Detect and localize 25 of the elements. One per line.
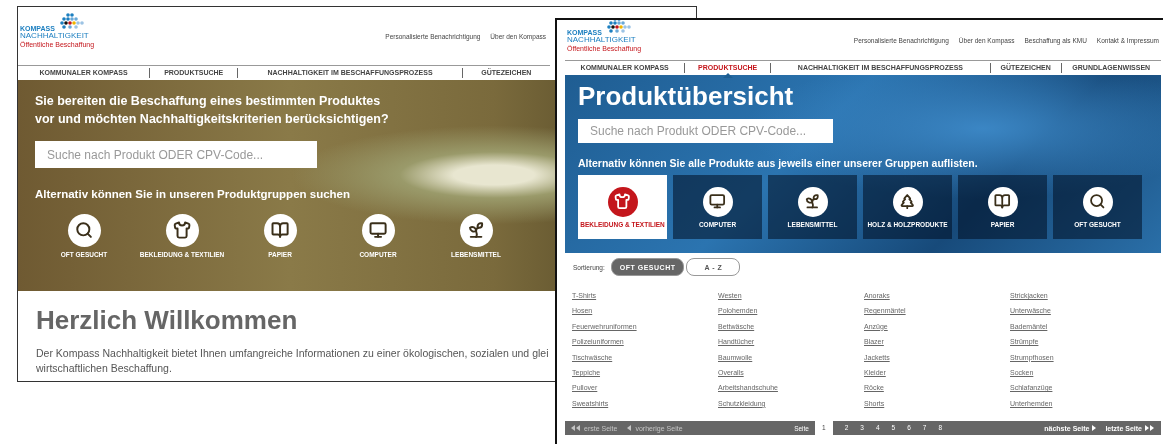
- welcome-heading: Herzlich Willkommen: [36, 305, 298, 336]
- right-arrow-icon: [1092, 425, 1098, 432]
- double-left-arrow-icon: [571, 425, 581, 432]
- welcome-text: Der Kompass Nachhaltigkeit bietet Ihnen umfangreiche Informationen zu einer ökologischen, sozialen und glei wirtschaftlichen Beschaffung.: [36, 346, 549, 376]
- double-right-arrow-icon: [1145, 425, 1155, 432]
- open-book-icon: [987, 186, 1018, 217]
- monitor-icon: [361, 214, 395, 247]
- hero-heading: Sie bereiten die Beschaffung eines bestimmten Produktes vor und möchten Nachhaltigkeitskriterien berücksichtigen?: [35, 93, 389, 128]
- logo-text: NACHHALTIGKEIT: [20, 31, 90, 40]
- sprout-icon: [459, 214, 493, 247]
- search-field[interactable]: Suche nach Produkt ODER CPV-Code...: [578, 119, 833, 143]
- page-title: Produktübersicht: [578, 81, 795, 111]
- hero-subheading: Alternativ können Sie alle Produkte aus jeweils einer unserer Gruppen auflisten.: [578, 157, 979, 169]
- left-arrow-icon: [627, 425, 633, 432]
- shirt-icon: [165, 214, 199, 247]
- search-icon: [1082, 186, 1113, 217]
- shirt-icon: [607, 186, 638, 217]
- logo-text: NACHHALTIGKEIT: [567, 35, 637, 44]
- tree-icon: [892, 186, 923, 217]
- sprout-icon: [797, 186, 828, 217]
- search-field[interactable]: Suche nach Produkt ODER CPV-Code...: [35, 141, 317, 168]
- open-book-icon: [263, 214, 297, 247]
- search-icon: [67, 214, 101, 247]
- monitor-icon: [702, 186, 733, 217]
- hero-subheading: Alternativ können Sie in unseren Produktgruppen suchen: [35, 188, 352, 200]
